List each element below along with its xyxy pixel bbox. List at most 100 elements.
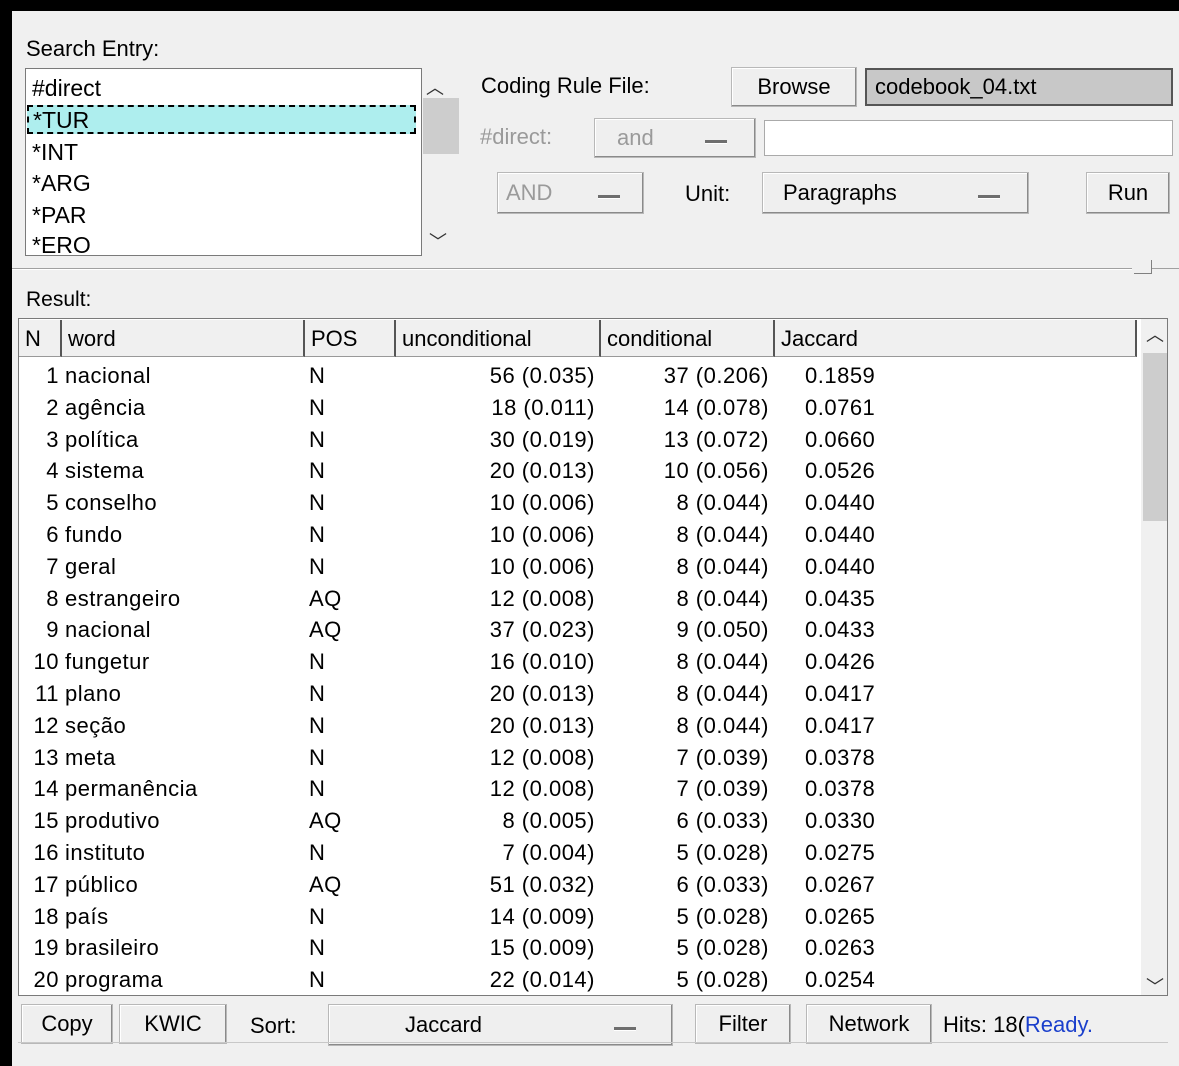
unit-menu[interactable]: Paragraphs (762, 172, 1029, 214)
direct-text-input[interactable] (764, 120, 1173, 156)
search-entry-list[interactable]: #direct *TUR *INT *ARG *PAR *ERO (25, 68, 422, 256)
table-row[interactable]: 7 geral N 10 (0.006) 8 (0.044) 0.0440 (19, 550, 1137, 582)
table-row[interactable]: 17 público AQ 51 (0.032) 6 (0.033) 0.0267 (19, 868, 1137, 900)
table-row[interactable]: 3 política N 30 (0.019) 13 (0.072) 0.0660 (19, 423, 1137, 455)
table-row[interactable]: 15 produtivo AQ 8 (0.005) 6 (0.033) 0.0330 (19, 804, 1137, 836)
result-scrollbar[interactable]: ︿ ﹀ (1141, 319, 1167, 995)
table-row[interactable]: 16 instituto N 7 (0.004) 5 (0.028) 0.0275 (19, 836, 1137, 868)
column-header-unconditional[interactable]: unconditional (396, 320, 601, 357)
kwic-button[interactable]: KWIC (119, 1004, 227, 1044)
table-row[interactable]: 18 país N 14 (0.009) 5 (0.028) 0.0265 (19, 900, 1137, 932)
copy-button[interactable]: Copy (21, 1004, 113, 1044)
table-row[interactable]: 11 plano N 20 (0.013) 8 (0.044) 0.0417 (19, 677, 1137, 709)
sort-menu[interactable]: Jaccard (328, 1004, 673, 1046)
cell-pos: N (309, 681, 326, 706)
cell-word: permanência (65, 776, 198, 802)
cell-pos: N (309, 935, 326, 961)
cell-pos: N (309, 649, 326, 675)
table-row[interactable]: 9 nacional AQ 37 (0.023) 9 (0.050) 0.0433 (19, 613, 1137, 645)
table-row[interactable]: 8 estrangeiro AQ 12 (0.008) 8 (0.044) 0.0435 (19, 582, 1137, 614)
cell-conditional: 8 (0.044) (676, 649, 769, 675)
chevron-down-icon[interactable]: ﹀ (429, 228, 447, 254)
cell-jaccard: 0.0267 (805, 871, 876, 897)
network-button[interactable]: Network (806, 1004, 932, 1044)
cell-unconditional: 20 (0.013) (489, 712, 595, 738)
cell-word: nacional (65, 363, 151, 388)
cell-n: 16 (33, 840, 59, 865)
column-header-word[interactable]: word (62, 320, 305, 357)
table-row[interactable]: 6 fundo N 10 (0.006) 8 (0.044) 0.0440 (19, 518, 1137, 550)
cell-unconditional: 22 (0.014) (489, 967, 595, 993)
cell-pos: AQ (309, 617, 342, 643)
cell-n: 15 (33, 808, 59, 834)
cell-n: 2 (46, 394, 59, 420)
pane-separator-end (1152, 268, 1179, 269)
cell-unconditional: 10 (0.006) (489, 522, 595, 547)
cell-jaccard: 0.0265 (805, 903, 876, 929)
cell-pos: N (309, 363, 326, 388)
cell-unconditional: 56 (0.035) (489, 363, 595, 388)
pane-sash-handle[interactable] (1134, 260, 1152, 274)
chevron-up-icon[interactable]: ︿ (426, 74, 444, 100)
cell-conditional: 8 (0.044) (676, 585, 769, 611)
list-item[interactable]: *ERO (32, 232, 91, 255)
table-row[interactable]: 5 conselho N 10 (0.006) 8 (0.044) 0.0440 (19, 486, 1137, 518)
logic-menu[interactable]: AND (497, 172, 644, 214)
cell-n: 13 (33, 744, 59, 770)
result-scroll-thumb[interactable] (1143, 353, 1167, 521)
pane-separator (12, 268, 1132, 269)
list-item[interactable]: *INT (32, 139, 78, 166)
cell-jaccard: 0.0440 (805, 553, 876, 579)
chevron-down-icon[interactable]: ﹀ (1146, 973, 1164, 995)
entry-scroll-thumb[interactable] (423, 98, 459, 154)
cell-jaccard: 0.0254 (805, 967, 876, 993)
cell-pos: N (309, 458, 326, 484)
table-row[interactable]: 2 agência N 18 (0.011) 14 (0.078) 0.0761 (19, 391, 1137, 423)
direct-operator-menu[interactable]: and (594, 118, 756, 158)
cell-jaccard: 0.0275 (805, 840, 876, 865)
run-button[interactable]: Run (1086, 172, 1170, 214)
cell-pos: N (309, 426, 326, 452)
cell-jaccard: 0.0660 (805, 426, 876, 452)
list-item[interactable]: #direct (32, 75, 101, 102)
coding-file-field[interactable]: codebook_04.txt (865, 68, 1173, 106)
cell-unconditional: 12 (0.008) (489, 744, 595, 770)
table-row[interactable]: 12 seção N 20 (0.013) 8 (0.044) 0.0417 (19, 709, 1137, 741)
cell-conditional: 8 (0.044) (676, 712, 769, 738)
column-header-conditional[interactable]: conditional (601, 320, 775, 357)
sort-value: Jaccard (405, 1012, 483, 1037)
table-row[interactable]: 19 brasileiro N 15 (0.009) 5 (0.028) 0.0263 (19, 931, 1137, 963)
table-row[interactable]: 4 sistema N 20 (0.013) 10 (0.056) 0.0526 (19, 454, 1137, 486)
column-header-jaccard[interactable]: Jaccard (775, 320, 1137, 357)
cell-conditional: 7 (0.039) (676, 776, 769, 802)
cell-conditional: 8 (0.044) (676, 522, 769, 547)
cell-conditional: 14 (0.078) (663, 394, 769, 420)
cell-unconditional: 20 (0.013) (489, 458, 595, 484)
table-row[interactable]: 13 meta N 12 (0.008) 7 (0.039) 0.0378 (19, 741, 1137, 773)
table-row[interactable]: 20 programa N 22 (0.014) 5 (0.028) 0.0254 (19, 963, 1137, 995)
cell-conditional: 37 (0.206) (663, 363, 769, 388)
list-item-selected[interactable]: *TUR (27, 105, 416, 134)
cell-jaccard: 0.0761 (805, 394, 876, 420)
cell-n: 12 (33, 712, 59, 738)
cell-pos: N (309, 490, 326, 516)
table-row[interactable]: 10 fungetur N 16 (0.010) 8 (0.044) 0.0426 (19, 645, 1137, 677)
browse-button[interactable]: Browse (731, 67, 857, 107)
chevron-up-icon[interactable]: ︿ (1146, 321, 1164, 347)
list-item[interactable]: *PAR (32, 202, 87, 229)
menu-indicator-icon (614, 1027, 636, 1030)
cell-unconditional: 51 (0.032) (489, 871, 595, 897)
cell-conditional: 6 (0.033) (676, 808, 769, 834)
cell-jaccard: 0.0440 (805, 490, 876, 516)
menu-indicator-icon (598, 195, 620, 198)
column-header-pos[interactable]: POS (305, 320, 396, 357)
table-row[interactable]: 14 permanência N 12 (0.008) 7 (0.039) 0.0378 (19, 772, 1137, 804)
column-header-n[interactable]: N (19, 320, 62, 357)
hits-count: Hits: 18(Ready. (943, 1012, 1093, 1038)
list-item[interactable]: *ARG (32, 170, 91, 197)
cell-pos: N (309, 394, 326, 420)
cell-unconditional: 14 (0.009) (489, 903, 595, 929)
filter-button[interactable]: Filter (695, 1004, 791, 1044)
cell-word: meta (65, 744, 116, 770)
table-row[interactable]: 1 nacional N 56 (0.035) 37 (0.206) 0.1859 (19, 359, 1137, 391)
